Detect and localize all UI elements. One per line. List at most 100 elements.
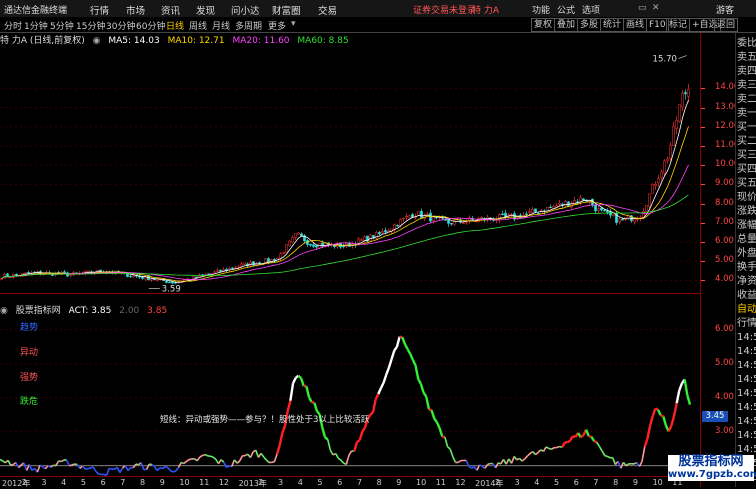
period-15min[interactable]: 15分钟 <box>76 19 105 32</box>
indicator-segment <box>173 471 176 472</box>
sidebar-item[interactable]: 买三 <box>737 149 756 162</box>
sidebar-item[interactable]: 14:56 <box>737 415 756 428</box>
sidebar-item[interactable]: 外盘 <box>737 247 756 260</box>
indicator-segment <box>450 449 453 457</box>
period-daily[interactable]: 日线 <box>166 19 184 32</box>
sidebar-item[interactable]: 涨幅 <box>737 219 756 232</box>
candlestick-chart[interactable]: 15.703.59 <box>0 46 700 292</box>
sidebar-item[interactable]: 买四 <box>737 163 756 176</box>
sidebar-item[interactable]: 总量 <box>737 233 756 246</box>
menu-item-faxian[interactable]: 发现 <box>196 3 215 17</box>
sidebar-item[interactable]: 自动 <box>737 303 756 316</box>
menu-item-wenxiaoda[interactable]: 问小达 <box>231 3 260 17</box>
sidebar-item[interactable]: 卖二 <box>737 93 756 106</box>
huaxian-button[interactable]: 画线 <box>623 18 647 32</box>
indicator-segment <box>213 457 216 459</box>
candle-body <box>621 219 623 220</box>
period-30min[interactable]: 30分钟 <box>106 19 135 32</box>
sidebar-item[interactable]: 14:56 <box>737 373 756 386</box>
sidebar-item[interactable]: 涨跌 <box>737 205 756 218</box>
indicator-chart[interactable] <box>0 316 700 476</box>
sidebar-item[interactable]: 14:56 <box>737 345 756 358</box>
menu-item-shichang[interactable]: 市场 <box>126 3 145 17</box>
sidebar-item[interactable]: 卖一 <box>737 107 756 120</box>
sidebar-item[interactable]: 14:56 <box>737 429 756 442</box>
sidebar-item[interactable]: 卖五 <box>737 51 756 64</box>
indicator-segment <box>210 456 213 457</box>
indicator-segment <box>530 452 533 454</box>
indicator-segment <box>426 397 429 410</box>
period-60min[interactable]: 60分钟 <box>136 19 165 32</box>
indicator-segment <box>567 441 570 443</box>
sidebar-item[interactable]: 14:56 <box>737 401 756 414</box>
sidebar-item[interactable]: 14:56 <box>737 331 756 344</box>
sidebar-item[interactable]: 买五 <box>737 177 756 190</box>
period-5min[interactable]: 5分钟 <box>50 19 74 32</box>
period-more[interactable]: 更多 <box>268 19 286 32</box>
ma-settings-icon[interactable]: ◉ <box>93 36 101 46</box>
window-restore-icon[interactable]: ▭ <box>638 3 647 13</box>
indicator-segment <box>448 447 451 449</box>
date-axis-label: 9 <box>160 478 165 487</box>
high-price-label: 15.70 <box>653 55 677 65</box>
stock-period-title[interactable]: 特 力A (日线,前复权) <box>0 36 85 46</box>
high-pointer <box>679 56 687 59</box>
period-fenshi[interactable]: 分时 <box>4 19 22 32</box>
indicator-settings-icon[interactable]: ◉ <box>0 306 8 316</box>
sidebar-item[interactable]: 委比 <box>737 37 756 50</box>
indicator-segment <box>120 468 123 473</box>
period-1min[interactable]: 1分钟 <box>24 19 48 32</box>
duogu-button[interactable]: 多股 <box>577 18 601 32</box>
watermark-url: www.7gpzb.com <box>668 468 754 481</box>
login-status[interactable]: 证券交易未登录 <box>413 3 476 16</box>
more-dropdown-icon[interactable]: ▾ <box>291 19 296 29</box>
biaoji-button[interactable]: 标记 <box>666 18 690 32</box>
candle-body <box>573 201 575 205</box>
sidebar-item[interactable]: 卖三 <box>737 79 756 92</box>
back-button[interactable]: 返回 <box>714 18 738 32</box>
sidebar-item[interactable]: 现价 <box>737 191 756 204</box>
candle-body <box>648 194 650 207</box>
period-weekly[interactable]: 周线 <box>189 19 207 32</box>
indicator-segment <box>485 465 488 469</box>
period-multi[interactable]: 多周期 <box>235 19 262 32</box>
window-close-icon[interactable]: ✕ <box>652 3 660 13</box>
menu-item-hangqing[interactable]: 行情 <box>90 3 109 17</box>
candle-body <box>0 279 2 280</box>
user-label[interactable]: 游客 <box>716 3 734 16</box>
indicator-segment <box>288 401 291 411</box>
indicator-segment <box>613 458 616 465</box>
sidebar-item[interactable]: 14:56 <box>737 359 756 372</box>
period-monthly[interactable]: 月线 <box>212 19 230 32</box>
indicator-segment <box>434 419 437 423</box>
sidebar-item[interactable]: 买二 <box>737 135 756 148</box>
sidebar-item[interactable]: 净资 <box>737 275 756 288</box>
menu-item-xuanxiang[interactable]: 选项 <box>582 3 600 16</box>
period-toolbar: 分时 1分钟 5分钟 15分钟 30分钟 60分钟 日线 周线 月线 多周期 更… <box>0 17 756 33</box>
indicator-title[interactable]: 股票指标网 <box>16 306 61 316</box>
menu-item-gongshi[interactable]: 公式 <box>557 3 575 16</box>
sidebar-item[interactable]: 14:56 <box>737 387 756 400</box>
menu-item-zixun[interactable]: 资讯 <box>161 3 180 17</box>
indicator-segment <box>650 416 653 426</box>
date-axis-label: 4 <box>298 478 303 487</box>
sidebar-item[interactable]: 行情 <box>737 317 756 330</box>
menu-item-jiaoyi[interactable]: 交易 <box>318 3 337 17</box>
sidebar-item[interactable]: 卖四 <box>737 65 756 78</box>
indicator-segment <box>488 464 491 465</box>
menu-item-gongneng[interactable]: 功能 <box>532 3 550 16</box>
price-tick-mark <box>701 127 705 128</box>
ma5-label: MA5: 14.03 <box>108 36 159 46</box>
sidebar-item[interactable]: 换手 <box>737 261 756 274</box>
price-tick-mark <box>701 165 705 166</box>
tongji-button[interactable]: 统计 <box>600 18 624 32</box>
site-watermark: 股票指标网 www.7gpzb.com <box>668 455 754 481</box>
sidebar-item[interactable]: 买一 <box>737 121 756 134</box>
candle-body <box>597 209 599 211</box>
menu-item-caifuquan[interactable]: 财富圈 <box>272 3 301 17</box>
diejia-button[interactable]: 叠加 <box>554 18 578 32</box>
indicator-segment <box>8 460 11 465</box>
sidebar-item[interactable]: 收益 <box>737 289 756 302</box>
indicator-segment <box>250 452 253 458</box>
fuquan-button[interactable]: 复权 <box>531 18 555 32</box>
